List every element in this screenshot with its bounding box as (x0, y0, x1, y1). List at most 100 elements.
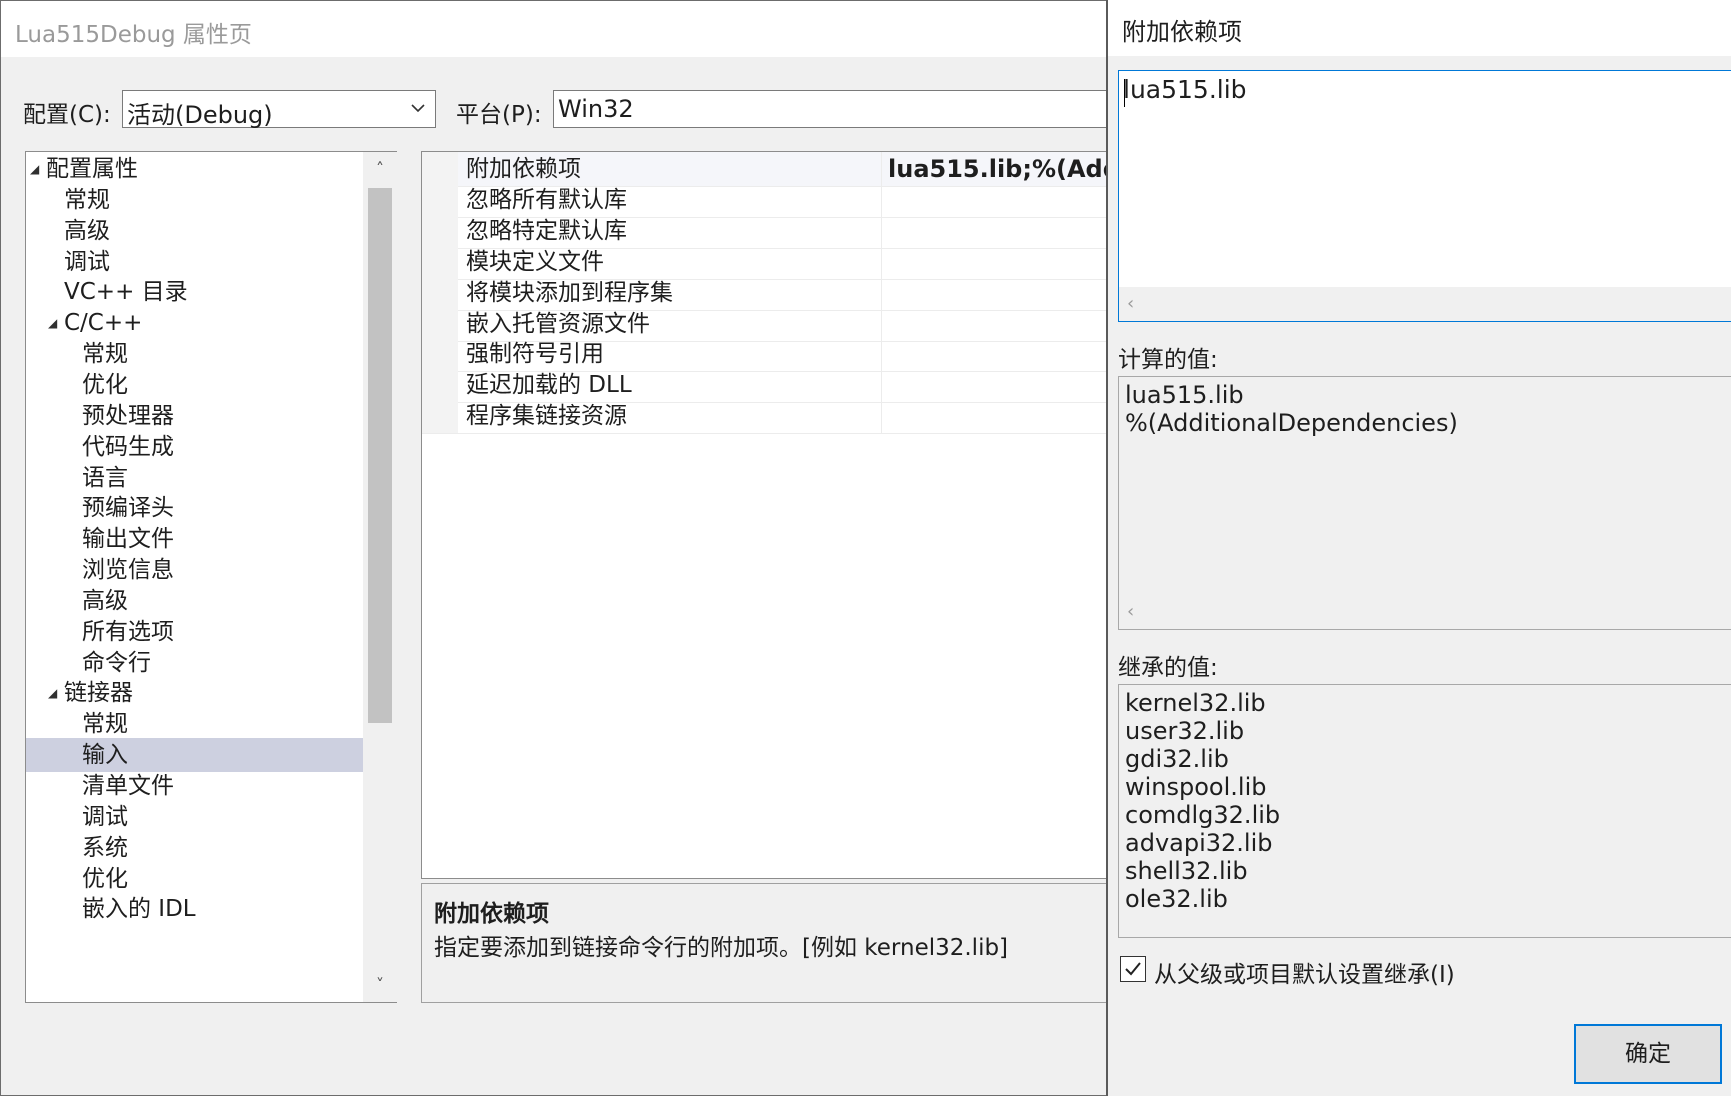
property-name: 强制符号引用 (466, 341, 604, 368)
tree-item[interactable]: 优化 (26, 368, 363, 402)
row-gutter (422, 275, 458, 310)
description-title: 附加依赖项 (434, 901, 549, 927)
tree-item-label: 优化 (82, 865, 128, 892)
title-bar: Lua515Debug 属性页 (1, 1, 1107, 57)
inherited-value-line: winspool.lib (1125, 773, 1267, 801)
expand-arrow-icon[interactable]: ◢ (48, 676, 57, 710)
dialog-title-bar: 附加依赖项 (1108, 0, 1731, 56)
tree-item-label: 常规 (82, 711, 128, 738)
row-gutter (422, 399, 458, 434)
calc-horizontal-scrollbar[interactable]: ‹ (1119, 595, 1731, 629)
dialog-title: 附加依赖项 (1122, 18, 1242, 46)
tree-item[interactable]: 浏览信息 (26, 553, 363, 587)
config-dropdown-value: 活动(Debug) (127, 101, 273, 129)
tree-item[interactable]: ◢ 配置属性 (26, 152, 363, 186)
tree-item[interactable]: 清单文件 (26, 769, 363, 803)
property-row[interactable]: 嵌入托管资源文件 (422, 306, 1108, 342)
chevron-down-icon (409, 97, 427, 123)
row-gutter (422, 306, 458, 341)
expand-arrow-icon[interactable]: ◢ (48, 306, 57, 340)
property-tree[interactable]: ◢ 配置属性 常规 高级 调试 VC++ 目录 ◢ C/C++ 常规 优化 预处理器 代码生成 语言 预编… (25, 151, 397, 1003)
tree-item-label: 配置属性 (46, 156, 138, 182)
scroll-down-icon[interactable]: ˅ (363, 968, 397, 1002)
tree-item-label: 预处理器 (82, 402, 174, 429)
tree-item[interactable]: 系统 (26, 831, 363, 865)
tree-item[interactable]: 调试 (26, 245, 363, 279)
platform-dropdown[interactable]: Win32 (553, 90, 1107, 128)
row-gutter (422, 182, 458, 217)
inherited-value-line: kernel32.lib (1125, 689, 1266, 717)
tree-item[interactable]: 高级 (26, 214, 363, 248)
property-name: 程序集链接资源 (466, 403, 627, 430)
tree-item[interactable]: 调试 (26, 800, 363, 834)
tree-item-label: 嵌入的 IDL (82, 896, 196, 923)
tree-item[interactable]: 输入 (26, 738, 363, 773)
inherit-checkbox[interactable] (1120, 956, 1146, 982)
tree-item[interactable]: 高级 (26, 584, 363, 618)
property-name: 忽略所有默认库 (466, 186, 627, 213)
property-row[interactable]: 忽略所有默认库 (422, 182, 1108, 218)
inherited-value-line: advapi32.lib (1125, 829, 1273, 857)
scrollbar-thumb[interactable] (368, 188, 392, 723)
property-row[interactable]: 程序集链接资源 (422, 399, 1108, 435)
tree-item[interactable]: 命令行 (26, 646, 363, 680)
row-gutter (422, 152, 458, 186)
tree-item-label: 语言 (82, 464, 128, 491)
property-row[interactable]: 强制符号引用 (422, 337, 1108, 373)
dependencies-edit-text[interactable]: lua515.lib (1123, 75, 1247, 104)
property-row[interactable]: 延迟加载的 DLL (422, 368, 1108, 404)
tree-item[interactable]: 输出文件 (26, 522, 363, 556)
tree-item-label: VC++ 目录 (64, 279, 188, 306)
property-name: 嵌入托管资源文件 (466, 310, 650, 337)
row-gutter (422, 213, 458, 248)
expand-arrow-icon[interactable]: ◢ (30, 152, 39, 186)
row-gutter (422, 368, 458, 403)
tree-item-label: 浏览信息 (82, 557, 174, 584)
checkmark-icon (1125, 962, 1141, 976)
property-row[interactable]: 模块定义文件 (422, 244, 1108, 280)
tree-item[interactable]: VC++ 目录 (26, 275, 363, 309)
ok-button[interactable]: 确定 (1574, 1024, 1722, 1084)
tree-item-label: 系统 (82, 834, 128, 861)
property-grid[interactable]: 附加依赖项 lua515.lib;%(Addit 忽略所有默认库忽略特定默认库模块定… (421, 151, 1108, 879)
tree-item-label: 清单文件 (82, 773, 174, 799)
tree-item-label: 预编译头 (82, 495, 174, 522)
scroll-left-icon[interactable]: ‹ (1127, 595, 1134, 629)
property-row[interactable]: 将模块添加到程序集 (422, 275, 1108, 311)
tree-item-label: 常规 (82, 341, 128, 368)
property-row[interactable]: 附加依赖项 lua515.lib;%(Addit (422, 152, 1108, 187)
tree-item[interactable]: 常规 (26, 337, 363, 371)
calculated-values-box[interactable]: lua515.lib %(AdditionalDependencies) ‹ (1118, 376, 1731, 630)
description-text: 指定要添加到链接命令行的附加项。[例如 kernel32.lib] (434, 935, 1009, 961)
property-value[interactable]: lua515.lib;%(Addit (888, 152, 1108, 186)
tree-item[interactable]: 预编译头 (26, 491, 363, 525)
tree-item[interactable]: 常规 (26, 707, 363, 741)
tree-item[interactable]: 语言 (26, 461, 363, 495)
tree-item[interactable]: ◢ 链接器 (26, 676, 363, 710)
inherit-checkbox-label[interactable]: 从父级或项目默认设置继承(I) (1154, 955, 1455, 989)
tree-item[interactable]: 常规 (26, 183, 363, 217)
tree-item[interactable]: 优化 (26, 862, 363, 896)
property-pages-window: Lua515Debug 属性页 配置(C): 活动(Debug) 平台(P): … (0, 0, 1108, 1096)
column-separator (881, 182, 882, 217)
calculated-value-line: lua515.lib (1125, 381, 1244, 409)
column-separator (881, 152, 882, 186)
inherited-values-box[interactable]: kernel32.lib user32.lib gdi32.lib winspool.… (1118, 684, 1731, 938)
scroll-up-icon[interactable]: ˄ (363, 152, 397, 186)
property-row[interactable]: 忽略特定默认库 (422, 213, 1108, 249)
tree-item-label: 输出文件 (82, 526, 174, 553)
dependencies-edit-box[interactable]: lua515.lib ‹ (1118, 70, 1731, 322)
tree-item-label: 调试 (82, 803, 128, 830)
tree-item[interactable]: 代码生成 (26, 430, 363, 464)
tree-scrollbar[interactable]: ˄ ˅ (363, 152, 397, 1002)
config-dropdown[interactable]: 活动(Debug) (122, 90, 436, 129)
tree-item[interactable]: 预处理器 (26, 399, 363, 433)
tree-item[interactable]: ◢ C/C++ (26, 306, 363, 340)
calculated-values-label: 计算的值: (1118, 347, 1218, 373)
tree-item[interactable]: 所有选项 (26, 615, 363, 649)
edit-horizontal-scrollbar[interactable]: ‹ (1119, 287, 1731, 321)
tree-item[interactable]: 嵌入的 IDL (26, 892, 363, 926)
column-separator (881, 368, 882, 403)
scroll-left-icon[interactable]: ‹ (1127, 287, 1134, 321)
property-name: 忽略特定默认库 (466, 217, 627, 244)
